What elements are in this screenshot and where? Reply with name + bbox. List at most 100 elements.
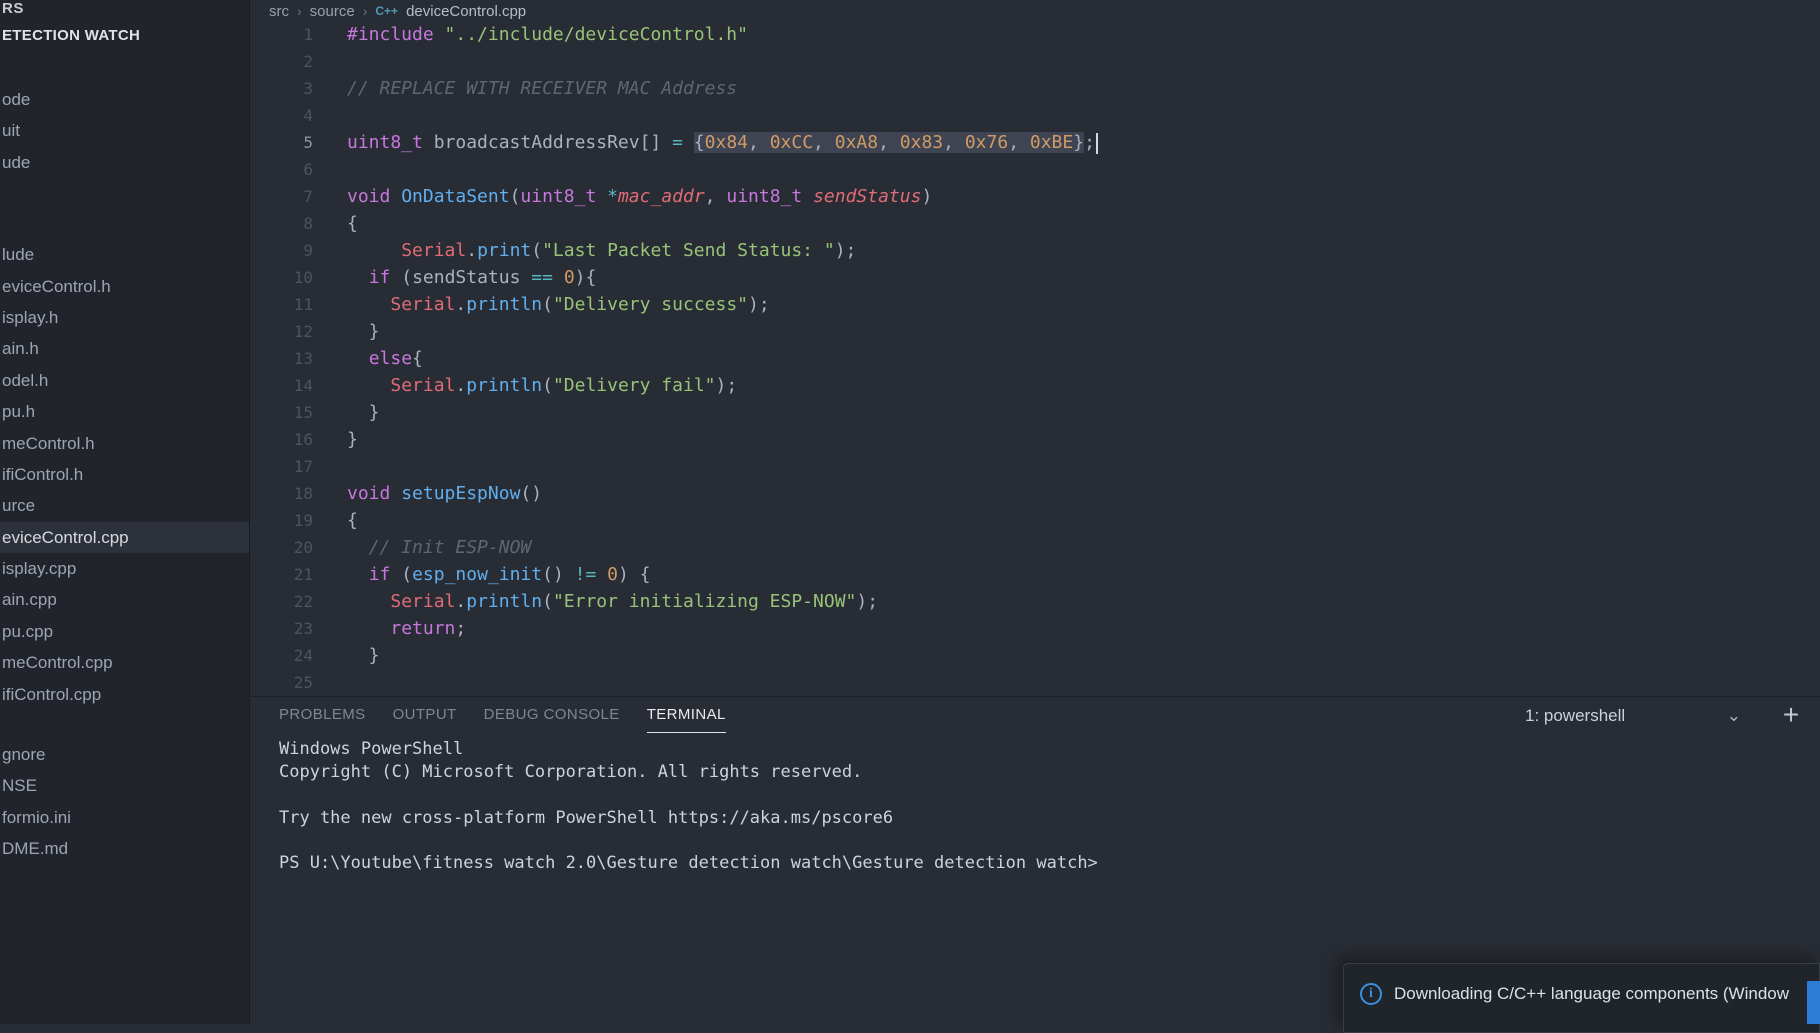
info-icon: i	[1360, 983, 1382, 1005]
code-line[interactable]: 25	[251, 669, 1820, 696]
breadcrumb: src › source › C++ deviceControl.cpp	[251, 0, 1820, 22]
sidebar-item[interactable]: eviceControl.cpp	[0, 521, 249, 554]
panel-tab-problems[interactable]: PROBLEMS	[279, 697, 366, 733]
code-text[interactable]: }	[347, 426, 358, 453]
code-line[interactable]: 23 return;	[251, 615, 1820, 642]
new-terminal-button[interactable]: +	[1775, 699, 1807, 731]
sidebar-item[interactable]: pu.h	[0, 396, 249, 427]
line-number: 1	[303, 25, 313, 44]
code-text[interactable]: }	[347, 318, 380, 345]
code-text[interactable]: if (sendStatus == 0){	[347, 264, 597, 291]
sidebar-item[interactable]: urce	[0, 490, 249, 521]
code-text[interactable]: // REPLACE WITH RECEIVER MAC Address	[347, 75, 737, 102]
line-number: 25	[293, 673, 313, 692]
terminal-selector-dropdown[interactable]: 1: powershell ⌄	[1521, 702, 1749, 729]
line-number: 2	[303, 52, 313, 71]
breadcrumb-item-src[interactable]: src	[269, 3, 289, 20]
code-line[interactable]: 20 // Init ESP-NOW	[251, 534, 1820, 561]
code-line[interactable]: 7 void OnDataSent(uint8_t *mac_addr, uint…	[251, 183, 1820, 210]
sidebar-item[interactable]: NSE	[0, 770, 249, 801]
sidebar-item[interactable]: uit	[0, 115, 249, 146]
sidebar-item[interactable]: ifiControl.cpp	[0, 679, 249, 710]
code-text[interactable]: {	[347, 210, 358, 237]
panel-tab-terminal[interactable]: TERMINAL	[646, 697, 726, 733]
chevron-right-icon: ›	[297, 3, 302, 19]
sidebar-item[interactable]: ain.cpp	[0, 584, 249, 615]
code-line[interactable]: 18 void setupEspNow()	[251, 480, 1820, 507]
code-line[interactable]: 22 Serial.println("Error initializing ES…	[251, 588, 1820, 615]
sidebar-item[interactable]: eviceControl.h	[0, 271, 249, 302]
code-text[interactable]: #include "../include/deviceControl.h"	[347, 21, 748, 48]
panel-tab-debug-console[interactable]: DEBUG CONSOLE	[484, 697, 620, 733]
explorer-sidebar: RS ETECTION WATCH ode uit ude lude eviceCont…	[0, 0, 250, 1024]
code-text[interactable]: Serial.println("Delivery success");	[347, 291, 769, 318]
code-line[interactable]: 2	[251, 48, 1820, 75]
sidebar-item[interactable]: pu.cpp	[0, 616, 249, 647]
breadcrumb-item-file[interactable]: deviceControl.cpp	[406, 3, 526, 20]
code-editor[interactable]: src › source › C++ deviceControl.cpp 1 #i…	[251, 0, 1820, 696]
line-number: 9	[303, 241, 313, 260]
code-text[interactable]: void OnDataSent(uint8_t *mac_addr, uint8…	[347, 183, 932, 210]
code-line[interactable]: 24 }	[251, 642, 1820, 669]
code-line[interactable]: 10 if (sendStatus == 0){	[251, 264, 1820, 291]
sidebar-item[interactable]: isplay.cpp	[0, 553, 249, 584]
code-line[interactable]: 12 }	[251, 318, 1820, 345]
code-text[interactable]: return;	[347, 615, 466, 642]
cpp-file-icon: C++	[375, 4, 399, 18]
sidebar-item[interactable]: meControl.h	[0, 428, 249, 459]
line-number: 3	[303, 79, 313, 98]
terminal-line: Copyright (C) Microsoft Corporation. All…	[279, 761, 863, 782]
code-line[interactable]: 5 uint8_t broadcastAddressRev[] = {0x84, …	[251, 129, 1820, 156]
code-text[interactable]: // Init ESP-NOW	[347, 534, 532, 561]
code-text[interactable]: Serial.println("Delivery fail");	[347, 372, 737, 399]
code-text[interactable]: Serial.println("Error initializing ESP-N…	[347, 588, 878, 615]
explorer-section-header[interactable]: ETECTION WATCH	[2, 27, 140, 44]
sidebar-item[interactable]: odel.h	[0, 365, 249, 396]
sidebar-item[interactable]: ifiControl.h	[0, 459, 249, 490]
sidebar-item[interactable]: gnore	[0, 739, 249, 770]
sidebar-item[interactable]: formio.ini	[0, 802, 249, 833]
file-group: ode uit ude	[0, 84, 249, 178]
file-group: gnore NSE formio.ini DME.md	[0, 739, 249, 865]
code-lines[interactable]: 1 #include "../include/deviceControl.h" 2 3…	[251, 21, 1820, 696]
line-number: 19	[293, 511, 313, 530]
code-text[interactable]: if (esp_now_init() != 0) {	[347, 561, 651, 588]
panel-tab-output[interactable]: OUTPUT	[393, 697, 457, 733]
sidebar-item[interactable]: isplay.h	[0, 302, 249, 333]
terminal-line: Windows PowerShell	[279, 739, 464, 759]
sidebar-item[interactable]: meControl.cpp	[0, 647, 249, 678]
terminal-output[interactable]: Windows PowerShell Copyright (C) Microsof…	[279, 738, 1098, 875]
notification-cutoff-element[interactable]	[1807, 981, 1820, 1024]
sidebar-item[interactable]: ain.h	[0, 333, 249, 364]
code-text[interactable]: void setupEspNow()	[347, 480, 542, 507]
code-line[interactable]: 1 #include "../include/deviceControl.h"	[251, 21, 1820, 48]
code-line[interactable]: 15 }	[251, 399, 1820, 426]
code-line[interactable]: 14 Serial.println("Delivery fail");	[251, 372, 1820, 399]
code-text[interactable]: else{	[347, 345, 423, 372]
code-line[interactable]: 13 else{	[251, 345, 1820, 372]
code-line[interactable]: 11 Serial.println("Delivery success");	[251, 291, 1820, 318]
code-line[interactable]: 16}	[251, 426, 1820, 453]
code-text[interactable]: }	[347, 399, 380, 426]
code-text[interactable]: {	[347, 507, 358, 534]
code-line[interactable]: 9 Serial.print("Last Packet Send Status:…	[251, 237, 1820, 264]
code-line[interactable]: 17	[251, 453, 1820, 480]
code-line[interactable]: 3 // REPLACE WITH RECEIVER MAC Address	[251, 75, 1820, 102]
code-line[interactable]: 8{	[251, 210, 1820, 237]
code-text[interactable]: }	[347, 642, 380, 669]
code-line[interactable]: 21 if (esp_now_init() != 0) {	[251, 561, 1820, 588]
line-number: 5	[303, 133, 313, 152]
code-line[interactable]: 6	[251, 156, 1820, 183]
code-text[interactable]: uint8_t broadcastAddressRev[] = {0x84, 0…	[347, 129, 1098, 156]
code-line[interactable]: 19 {	[251, 507, 1820, 534]
line-number: 18	[293, 484, 313, 503]
sidebar-item[interactable]: ude	[0, 147, 249, 178]
chevron-down-icon: ⌄	[1726, 705, 1741, 725]
sidebar-item[interactable]: ode	[0, 84, 249, 115]
breadcrumb-item-source[interactable]: source	[310, 3, 355, 20]
sidebar-item[interactable]: DME.md	[0, 833, 249, 864]
sidebar-item[interactable]: lude	[0, 239, 249, 270]
code-text[interactable]: Serial.print("Last Packet Send Status: "…	[347, 237, 856, 264]
code-line[interactable]: 4	[251, 102, 1820, 129]
